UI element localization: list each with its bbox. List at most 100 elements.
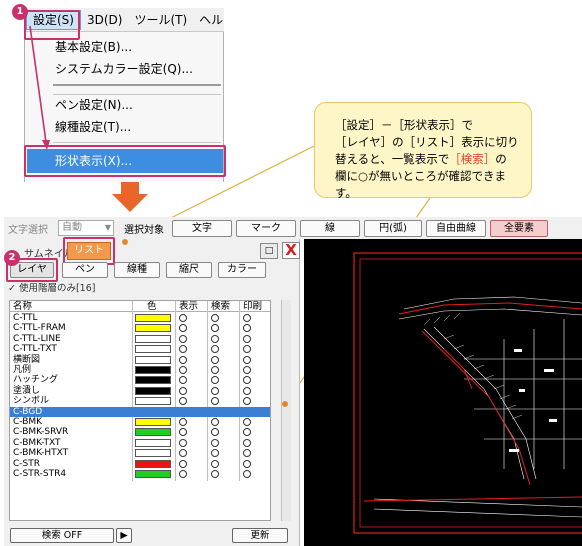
table-row[interactable]: C-BGD bbox=[10, 406, 270, 417]
color-swatch[interactable] bbox=[135, 314, 171, 322]
search-off-button[interactable]: 検索 OFF bbox=[10, 528, 114, 543]
table-row[interactable]: シンボル bbox=[10, 396, 270, 406]
pin-button[interactable]: □ bbox=[260, 243, 278, 259]
table-row[interactable]: 凡例 bbox=[10, 365, 270, 375]
color-swatch[interactable] bbox=[135, 366, 171, 374]
print-toggle[interactable] bbox=[243, 470, 251, 478]
search-toggle[interactable] bbox=[211, 449, 219, 458]
subtab-color[interactable]: カラー bbox=[218, 262, 266, 278]
show-toggle[interactable] bbox=[179, 449, 187, 458]
filter-text-button[interactable]: 文字 bbox=[172, 219, 232, 237]
filter-mark-button[interactable]: マーク bbox=[236, 219, 296, 237]
table-row[interactable]: C-STR bbox=[10, 459, 270, 469]
print-toggle[interactable] bbox=[243, 324, 251, 333]
search-toggle[interactable] bbox=[211, 438, 219, 447]
print-toggle[interactable] bbox=[243, 386, 251, 395]
char-select-combo[interactable]: 自動 ▼ bbox=[58, 220, 114, 236]
print-toggle[interactable] bbox=[243, 345, 251, 354]
col-search[interactable]: 検索 bbox=[211, 301, 230, 312]
col-print[interactable]: 印刷 bbox=[243, 301, 262, 312]
show-toggle[interactable] bbox=[179, 428, 187, 437]
show-toggle[interactable] bbox=[179, 418, 187, 426]
filter-curve-button[interactable]: 自由曲線 bbox=[426, 219, 486, 237]
color-swatch[interactable] bbox=[135, 428, 171, 437]
search-toggle[interactable] bbox=[211, 459, 219, 468]
table-row[interactable]: C-TTL-LINE bbox=[10, 334, 270, 344]
table-row[interactable]: C-TTL bbox=[10, 313, 270, 323]
subtab-scale[interactable]: 縮尺 bbox=[166, 262, 212, 278]
cad-drawing-view[interactable] bbox=[304, 239, 582, 546]
col-color[interactable]: 色 bbox=[147, 301, 157, 312]
search-toggle[interactable] bbox=[211, 386, 219, 395]
table-row[interactable]: 塗潰し bbox=[10, 386, 270, 396]
color-swatch[interactable] bbox=[135, 376, 171, 385]
color-swatch[interactable] bbox=[135, 459, 171, 468]
print-toggle[interactable] bbox=[243, 449, 251, 458]
list-scrollbar[interactable] bbox=[281, 300, 291, 521]
show-toggle[interactable] bbox=[179, 438, 187, 447]
show-toggle[interactable] bbox=[179, 314, 187, 322]
col-name[interactable]: 名称 bbox=[13, 301, 32, 312]
color-swatch[interactable] bbox=[135, 386, 171, 395]
play-icon[interactable]: ▶ bbox=[116, 528, 132, 543]
color-swatch[interactable] bbox=[135, 397, 171, 406]
show-toggle[interactable] bbox=[179, 324, 187, 333]
color-swatch[interactable] bbox=[135, 345, 171, 354]
subtab-linetype[interactable]: 線種 bbox=[114, 262, 160, 278]
table-row[interactable]: C-TTL-TXT bbox=[10, 344, 270, 354]
show-toggle[interactable] bbox=[179, 366, 187, 374]
print-toggle[interactable] bbox=[243, 418, 251, 426]
used-layers-checkbox[interactable]: ✓ 使用階層のみ[16] bbox=[8, 280, 95, 294]
close-button[interactable]: X bbox=[282, 242, 300, 259]
table-row[interactable]: C-STR-STR4 bbox=[10, 469, 270, 479]
search-toggle[interactable] bbox=[211, 428, 219, 437]
show-toggle[interactable] bbox=[179, 470, 187, 478]
show-toggle[interactable] bbox=[179, 334, 187, 343]
search-toggle[interactable] bbox=[211, 470, 219, 478]
search-toggle[interactable] bbox=[211, 324, 219, 333]
table-row[interactable]: C-BMK-SRVR bbox=[10, 427, 270, 437]
print-toggle[interactable] bbox=[243, 334, 251, 343]
table-row[interactable]: 横断図 bbox=[10, 355, 270, 365]
print-toggle[interactable] bbox=[243, 397, 251, 406]
color-swatch[interactable] bbox=[135, 438, 171, 447]
table-row[interactable]: C-BMK-HTXT bbox=[10, 448, 270, 458]
search-toggle[interactable] bbox=[211, 355, 219, 364]
filter-all-button[interactable]: 全要素 bbox=[490, 219, 548, 237]
search-toggle[interactable] bbox=[211, 376, 219, 385]
table-row[interactable]: C-TTL-FRAM bbox=[10, 323, 270, 333]
show-toggle[interactable] bbox=[179, 376, 187, 385]
table-row[interactable]: C-BMK bbox=[10, 417, 270, 427]
color-swatch[interactable] bbox=[135, 355, 171, 364]
search-toggle[interactable] bbox=[211, 418, 219, 426]
filter-circle-button[interactable]: 円(弧) bbox=[364, 219, 422, 237]
col-show[interactable]: 表示 bbox=[179, 301, 198, 312]
color-swatch[interactable] bbox=[135, 324, 171, 333]
color-swatch[interactable] bbox=[135, 449, 171, 458]
update-button[interactable]: 更新 bbox=[232, 528, 288, 543]
show-toggle[interactable] bbox=[179, 386, 187, 395]
search-toggle[interactable] bbox=[211, 345, 219, 354]
filter-line-button[interactable]: 線 bbox=[300, 219, 360, 237]
print-toggle[interactable] bbox=[243, 355, 251, 364]
table-row[interactable]: ハッチング bbox=[10, 375, 270, 385]
search-toggle[interactable] bbox=[211, 314, 219, 322]
print-toggle[interactable] bbox=[243, 376, 251, 385]
table-row[interactable]: C-BMK-TXT bbox=[10, 438, 270, 448]
subtab-pen[interactable]: ペン bbox=[62, 262, 108, 278]
print-toggle[interactable] bbox=[243, 366, 251, 374]
search-toggle[interactable] bbox=[211, 397, 219, 406]
show-toggle[interactable] bbox=[179, 355, 187, 364]
show-toggle[interactable] bbox=[179, 397, 187, 406]
print-toggle[interactable] bbox=[243, 459, 251, 468]
search-toggle[interactable] bbox=[211, 366, 219, 374]
print-toggle[interactable] bbox=[243, 438, 251, 447]
search-toggle[interactable] bbox=[211, 334, 219, 343]
color-swatch[interactable] bbox=[135, 470, 171, 478]
show-toggle[interactable] bbox=[179, 459, 187, 468]
color-swatch[interactable] bbox=[135, 334, 171, 343]
print-toggle[interactable] bbox=[243, 314, 251, 322]
print-toggle[interactable] bbox=[243, 428, 251, 437]
show-toggle[interactable] bbox=[179, 345, 187, 354]
color-swatch[interactable] bbox=[135, 418, 171, 426]
